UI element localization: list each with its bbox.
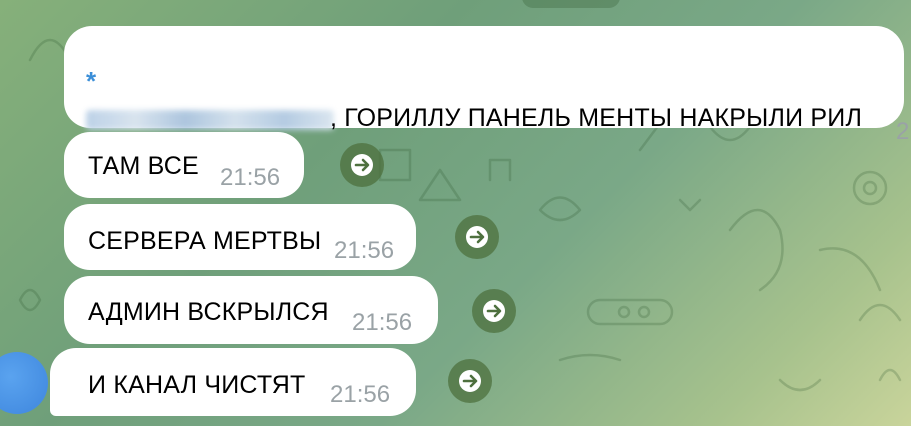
forward-arrow-icon[interactable] — [455, 215, 499, 259]
message-bubble-4[interactable]: АДМИН ВСКРЫЛСЯ 21:56 — [64, 276, 438, 344]
blurred-sender-name — [86, 110, 334, 130]
message-time: 21:56 — [352, 309, 413, 336]
message-text: СЕРВЕРА МЕРТВЫ — [88, 227, 322, 255]
message-bubble-3[interactable]: СЕРВЕРА МЕРТВЫ 21:56 — [64, 204, 416, 270]
message-bubble-1[interactable]: * , ГОРИЛЛУ ПАНЕЛЬ МЕНТЫ НАКРЫЛИ РИЛ 21:… — [64, 26, 911, 145]
forward-arrow-icon[interactable] — [448, 359, 492, 403]
message-text: ТАМ ВСЕ — [88, 152, 199, 180]
message-text: И КАНАЛ ЧИСТЯТ — [88, 371, 306, 399]
date-pill — [522, 0, 620, 8]
message-time: 21:56 — [220, 164, 281, 191]
message-text: , ГОРИЛЛУ ПАНЕЛЬ МЕНТЫ НАКРЫЛИ РИЛ — [330, 104, 863, 132]
message-time: 21:56 — [330, 381, 391, 408]
message-bubble-2[interactable]: ТАМ ВСЕ 21:56 — [64, 132, 304, 198]
message-prefix: * — [86, 66, 97, 96]
forward-arrow-icon[interactable] — [472, 289, 516, 333]
message-text: АДМИН ВСКРЫЛСЯ — [88, 298, 329, 326]
message-time: 21:56 — [334, 237, 395, 264]
forward-arrow-icon[interactable] — [340, 143, 384, 187]
message-bubble-5[interactable]: И КАНАЛ ЧИСТЯТ 21:56 — [50, 348, 416, 416]
message-time: 21:56 — [896, 118, 911, 145]
